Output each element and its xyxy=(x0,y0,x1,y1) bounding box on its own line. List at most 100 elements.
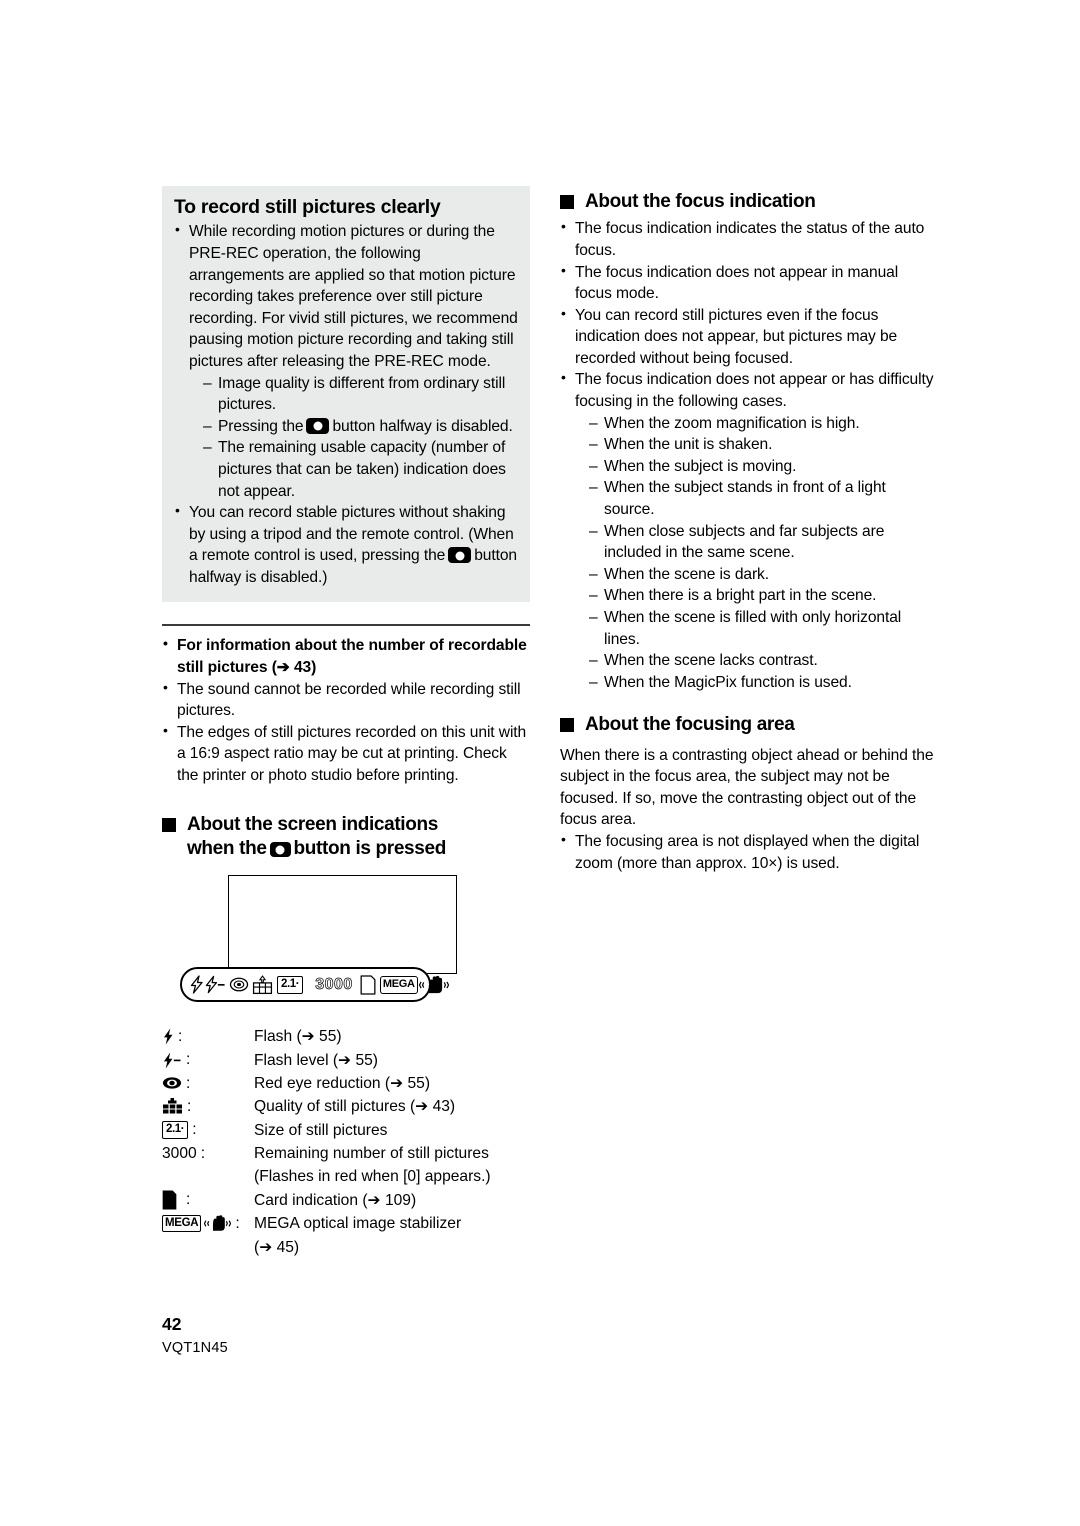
list-item: When close subjects and far subjects are… xyxy=(588,521,938,564)
legend-definition: Quality of still pictures (➔ 43) xyxy=(254,1098,456,1116)
note-text: For information about the number of reco… xyxy=(177,637,527,677)
legend-row: : Red eye reduction (➔ 55) xyxy=(162,1073,530,1094)
colon: : xyxy=(200,1144,206,1162)
manual-page: To record still pictures clearly While r… xyxy=(0,0,1080,1526)
legend-continuation: (Flashes in red when [0] appears.) xyxy=(254,1168,491,1186)
list-item: When the subject stands in front of a li… xyxy=(588,477,938,520)
heading-line-2-post: button is pressed xyxy=(293,837,447,859)
heading-text: About the focusing area xyxy=(585,714,795,736)
remaining-count-text: 3000 xyxy=(162,1144,197,1162)
colon: : xyxy=(178,1027,183,1045)
page-footer: 42 VQT1N45 xyxy=(162,1314,228,1356)
legend-definition: Remaining number of still pictures xyxy=(254,1145,489,1163)
list-item: The remaining usable capacity (number of… xyxy=(202,437,518,502)
flash-level-icon xyxy=(205,976,225,994)
sub-text-post: button halfway is disabled. xyxy=(332,417,513,435)
right-column: About the focus indication The focus ind… xyxy=(560,186,938,874)
sub-text-pre: Pressing the xyxy=(218,417,304,435)
document-code: VQT1N45 xyxy=(162,1339,228,1356)
ois-hand-icon xyxy=(204,1215,232,1231)
legend-row: 3000: Remaining number of still pictures xyxy=(162,1143,530,1164)
square-bullet-icon xyxy=(560,718,574,733)
left-column: To record still pictures clearly While r… xyxy=(162,186,530,1258)
heading-line-1: About the screen indications xyxy=(187,813,438,835)
case-text: When close subjects and far subjects are… xyxy=(604,522,885,562)
legend-row: : Flash (➔ 55) xyxy=(162,1026,530,1047)
mega-label: MEGA xyxy=(379,975,418,994)
flash-icon xyxy=(190,975,203,994)
case-text: When the unit is shaken. xyxy=(604,436,773,454)
focusing-area-paragraph: When there is a contrasting object ahead… xyxy=(560,746,934,829)
list-item: You can record stable pictures without s… xyxy=(174,501,518,588)
legend-symbol: : xyxy=(162,1190,254,1211)
case-text: When the zoom magnification is high. xyxy=(604,414,860,432)
colon: : xyxy=(192,1121,197,1139)
flash-level-icon xyxy=(163,1052,181,1069)
legend-row: 2.1·: Size of still pictures xyxy=(162,1120,530,1141)
tip-box-bullet-list: While recording motion pictures or durin… xyxy=(174,220,518,588)
square-bullet-icon xyxy=(560,195,574,209)
still-picture-quality-icon xyxy=(252,974,273,994)
case-text: When the subject stands in front of a li… xyxy=(604,479,886,519)
lcd-legend: : Flash (➔ 55) : Flash level (➔ 55): Re… xyxy=(162,1026,530,1258)
list-item: When the scene is dark. xyxy=(588,564,938,586)
photo-button-icon xyxy=(269,841,291,857)
page-number: 42 xyxy=(162,1314,182,1334)
legend-continuation: (➔ 45) xyxy=(254,1238,300,1256)
legend-row: : Card indication (➔ 109) xyxy=(162,1190,530,1211)
legend-symbol: : xyxy=(162,1026,254,1047)
list-item: When the MagicPix function is used. xyxy=(588,672,938,694)
section-divider xyxy=(162,624,530,627)
photo-button-icon xyxy=(448,547,472,564)
list-item: The sound cannot be recorded while recor… xyxy=(162,678,530,722)
case-text: When the scene is dark. xyxy=(604,565,769,583)
colon: : xyxy=(186,1074,191,1092)
bullet-text: The focus indication indicates the statu… xyxy=(575,220,925,259)
list-item: When the scene is filled with only horiz… xyxy=(588,607,938,650)
case-text: When the scene lacks contrast. xyxy=(604,652,818,670)
heading-line-2-pre: when the xyxy=(187,837,267,859)
legend-definition: Flash level (➔ 55) xyxy=(254,1051,378,1069)
legend-row: : Flash level (➔ 55) xyxy=(162,1050,530,1071)
list-item: When the unit is shaken. xyxy=(588,434,938,456)
note-text: The sound cannot be recorded while recor… xyxy=(177,680,521,720)
case-text: When the subject is moving. xyxy=(604,457,797,475)
list-item: Image quality is different from ordinary… xyxy=(202,373,518,416)
tip-box: To record still pictures clearly While r… xyxy=(162,186,530,603)
list-item: Pressing the button halfway is disabled. xyxy=(202,416,518,438)
card-indication-icon xyxy=(360,975,376,995)
list-item: The focus indication indicates the statu… xyxy=(560,217,938,261)
bullet-text: While recording motion pictures or durin… xyxy=(189,223,518,370)
legend-definition: Red eye reduction (➔ 55) xyxy=(254,1074,431,1092)
legend-symbol: : xyxy=(162,1096,254,1117)
colon: : xyxy=(186,1191,191,1209)
case-text: When there is a bright part in the scene… xyxy=(604,587,877,605)
legend-symbol: MEGA : xyxy=(162,1213,254,1234)
note-text: The edges of still pictures recorded on … xyxy=(177,723,527,785)
heading-text: About the focus indication xyxy=(585,191,816,212)
ois-hand-icon xyxy=(418,975,449,993)
lcd-screen-frame xyxy=(228,875,457,975)
list-item: You can record still pictures even if th… xyxy=(560,304,938,370)
screen-indications-heading: About the screen indications when the but… xyxy=(162,813,530,862)
square-bullet-icon xyxy=(162,817,176,832)
remaining-pictures-count: 3000 xyxy=(315,975,353,993)
legend-row: MEGA : MEGA optical image stabilizer xyxy=(162,1213,530,1234)
list-item: When the zoom magnification is high. xyxy=(588,413,938,435)
legend-symbol: 3000: xyxy=(162,1143,254,1164)
list-item: The edges of still pictures recorded on … xyxy=(162,721,530,787)
case-text: When the scene is filled with only horiz… xyxy=(604,609,902,648)
colon: : xyxy=(235,1214,240,1232)
bullet-text: The focusing area is not displayed when … xyxy=(575,833,920,872)
legend-definition: Card indication (➔ 109) xyxy=(254,1191,417,1209)
colon: : xyxy=(186,1051,191,1069)
legend-symbol: : xyxy=(162,1050,254,1071)
list-item: The focus indication does not appear or … xyxy=(560,368,938,694)
red-eye-reduction-icon xyxy=(162,1077,182,1090)
card-indication-icon xyxy=(162,1190,177,1210)
size-value: 2.1 xyxy=(281,978,296,991)
list-item: While recording motion pictures or durin… xyxy=(174,220,518,502)
focus-indication-heading: About the focus indication xyxy=(560,190,938,214)
lcd-icon-strip: 2.1· 3000 MEGA xyxy=(180,967,449,1003)
list-item: When the subject is moving. xyxy=(588,456,938,478)
